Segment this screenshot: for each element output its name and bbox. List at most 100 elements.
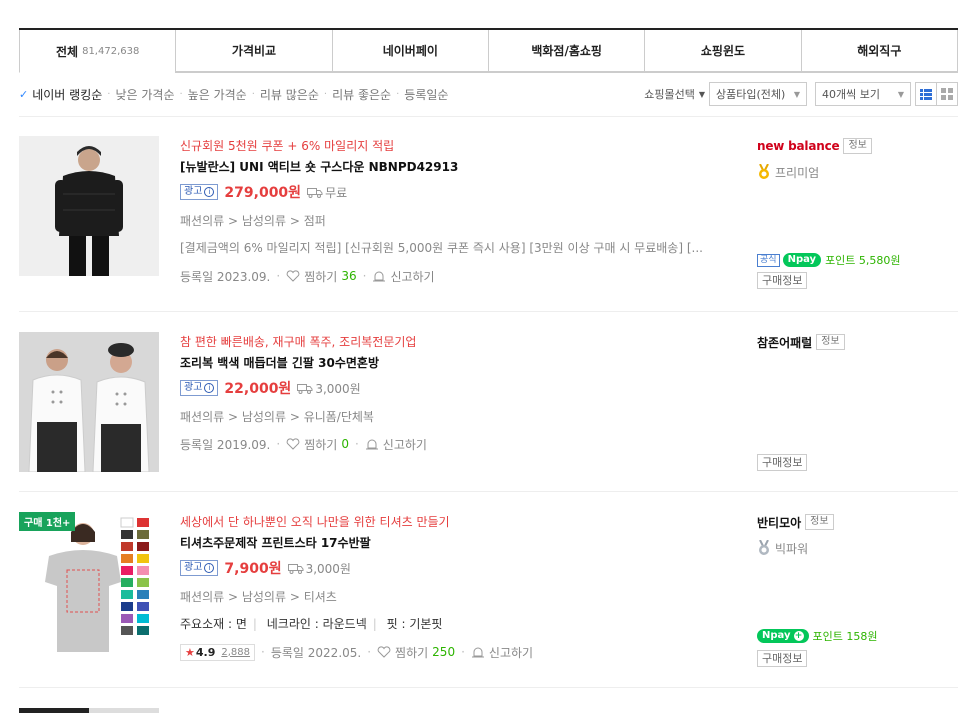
list-view-icon (920, 88, 932, 100)
mall-info: new balance 정보 프리미엄 공식 Npay 포인트 5,580원 구… (757, 136, 957, 312)
rating-score: 4.9 (195, 645, 216, 659)
product-title[interactable]: [뉴발란스] UNI 액티브 숏 구스다운 NBNPD42913 (180, 156, 720, 178)
wish-count: 250 (432, 645, 456, 659)
promo-text[interactable]: 세상에서 단 하나뿐인 오직 나만을 위한 티셔츠 만들기 (180, 512, 720, 532)
meta-separator: · (276, 269, 281, 283)
mall-info-button[interactable]: 정보 (843, 138, 872, 154)
gold-medal-icon (759, 164, 769, 179)
sort-low-price[interactable]: 낮은 가격순 (115, 86, 174, 103)
wish-button[interactable]: 찜하기 36 (286, 268, 357, 285)
sort-registered[interactable]: 등록일순 (404, 86, 448, 103)
npay-points: Npay + 포인트 158원 (757, 628, 877, 644)
truck-icon (307, 187, 323, 198)
report-button[interactable]: 신고하기 (471, 644, 533, 661)
product-type-select[interactable]: 상품타입(전체) ▼ (709, 82, 807, 106)
sort-review-count[interactable]: 리뷰 많은순 (260, 86, 319, 103)
product-title[interactable]: 조리복 백색 매듭더블 긴팔 30수면혼방 (180, 352, 720, 374)
sort-review-score[interactable]: 리뷰 좋은순 (332, 86, 391, 103)
meta-separator: · (261, 645, 265, 659)
spec-separator: | (372, 617, 377, 631)
wish-label: 찜하기 (304, 269, 338, 284)
rating-badge[interactable]: ★ 4.9 2,888 (180, 643, 256, 661)
wish-button[interactable]: 찜하기 0 (286, 436, 349, 453)
tab-shopping-window-label: 쇼핑윈도 (700, 44, 746, 58)
tab-shopping-window[interactable]: 쇼핑윈도 (644, 30, 801, 72)
meta-separator: · (276, 437, 281, 451)
truck-icon (287, 563, 304, 574)
mall-name[interactable]: 반티모아 (757, 514, 801, 531)
ad-badge[interactable]: 광고 i (180, 560, 219, 576)
ad-label: 광고 (184, 186, 203, 197)
ad-badge[interactable]: 광고 i (180, 380, 219, 396)
shipping-fee: 무료 (325, 185, 348, 200)
sort-ranking-label: 네이버 랭킹순 (32, 87, 103, 102)
category-path[interactable]: 패션의류 > 남성의류 > 유니폼/단체복 (180, 404, 720, 430)
sort-separator: · (107, 88, 111, 100)
registered-date: 등록일 2022.05. (270, 645, 362, 660)
product-meta: 등록일 2019.09. · 찜하기 0 · 신고하기 (180, 430, 720, 458)
sort-bar: ✓ 네이버 랭킹순 · 낮은 가격순 · 높은 가격순 · 리뷰 많은순 · 리뷰… (19, 80, 958, 108)
buy-info-button[interactable]: 구매정보 (757, 454, 808, 471)
tab-naver-pay[interactable]: 네이버페이 (331, 30, 488, 72)
ad-badge[interactable]: 광고 i (180, 184, 219, 200)
sort-controls: 쇼핑몰선택 ▼ 상품타입(전체) ▼ 40개씩 보기 ▼ (644, 82, 958, 106)
report-button[interactable]: 신고하기 (365, 436, 427, 453)
purchase-count-badge: 구매 1천+ (19, 512, 76, 531)
category-path[interactable]: 패션의류 > 남성의류 > 티셔츠 (180, 584, 720, 610)
mall-name[interactable]: 참존어패럴 (757, 334, 812, 351)
tab-all[interactable]: 전체 81,472,638 (19, 30, 176, 73)
npay-badge: Npay (782, 253, 822, 267)
mall-select-label: 쇼핑몰선택 (644, 88, 695, 101)
product-image[interactable] (19, 332, 159, 472)
tab-price-compare-label: 가격비교 (231, 44, 277, 58)
siren-icon (365, 438, 379, 450)
report-label: 신고하기 (382, 437, 427, 452)
spec-separator: | (252, 617, 257, 631)
truck-icon (297, 383, 313, 394)
filter-tabs: 전체 81,472,638 가격비교 네이버페이 백화점/홈쇼핑 쇼핑윈도 해외… (19, 28, 958, 73)
promo-text[interactable]: 신규회원 5천원 쿠폰 + 6% 마일리지 적립 (180, 136, 720, 156)
buy-info-button[interactable]: 구매정보 (757, 650, 808, 667)
promo-text[interactable]: 참 편한 빠른배송, 재구매 폭주, 조리복전문기업 (180, 332, 720, 352)
shipping: 무료 (307, 184, 347, 201)
meta-separator: · (354, 437, 359, 451)
product-info: 참 편한 빠른배송, 재구매 폭주, 조리복전문기업 조리복 백색 매듭더블 긴… (180, 332, 720, 458)
product-image[interactable] (19, 136, 159, 276)
tab-overseas[interactable]: 해외직구 (800, 30, 958, 72)
mall-info-button[interactable]: 정보 (805, 514, 834, 530)
mall-grade: 빅파워 (757, 536, 957, 560)
per-page-select[interactable]: 40개씩 보기 ▼ (815, 82, 911, 106)
tab-all-count: 81,472,638 (82, 45, 140, 57)
wish-count: 36 (341, 269, 357, 283)
price: 279,000원 (224, 185, 302, 201)
wish-button[interactable]: 찜하기 250 (377, 644, 455, 661)
mall-select[interactable]: 쇼핑몰선택 ▼ (644, 86, 705, 102)
price: 7,900원 (224, 561, 282, 577)
shipping: 3,000원 (297, 380, 361, 397)
mall-name[interactable]: new balance (757, 139, 840, 153)
grid-view-button[interactable] (936, 82, 958, 106)
tab-all-label: 전체 (55, 44, 79, 59)
product-title[interactable]: 티셔츠주문제작 프린트스타 17수반팔 (180, 532, 720, 554)
caret-down-icon: ▼ (897, 89, 904, 99)
product-meta: 등록일 2023.09. · 찜하기 36 · 신고하기 (180, 262, 720, 290)
product-image[interactable]: 구매 1천+ (19, 512, 159, 652)
sort-high-price[interactable]: 높은 가격순 (188, 86, 247, 103)
product-specs: 주요소재 : 면 | 네크라인 : 라운드넥 | 핏 : 기본핏 (180, 610, 720, 638)
silver-medal-icon (759, 540, 769, 555)
buy-info-button[interactable]: 구매정보 (757, 272, 808, 289)
tab-naver-pay-label: 네이버페이 (382, 44, 438, 58)
grade-label: 빅파워 (775, 541, 809, 556)
info-icon: i (204, 187, 215, 197)
mall-info: 반티모아 정보 빅파워 Npay + 포인트 158원 구매정보 (757, 512, 957, 667)
category-path[interactable]: 패션의류 > 남성의류 > 점퍼 (180, 208, 720, 234)
info-icon: i (204, 383, 215, 393)
list-view-button[interactable] (915, 82, 937, 106)
tab-price-compare[interactable]: 가격비교 (175, 30, 332, 72)
mall-info-button[interactable]: 정보 (816, 334, 845, 350)
report-button[interactable]: 신고하기 (372, 268, 435, 285)
sort-ranking[interactable]: ✓ 네이버 랭킹순 (19, 86, 102, 103)
sort-separator: · (323, 88, 328, 100)
points-text: 포인트 158원 (812, 630, 878, 643)
tab-department-store[interactable]: 백화점/홈쇼핑 (487, 30, 645, 72)
